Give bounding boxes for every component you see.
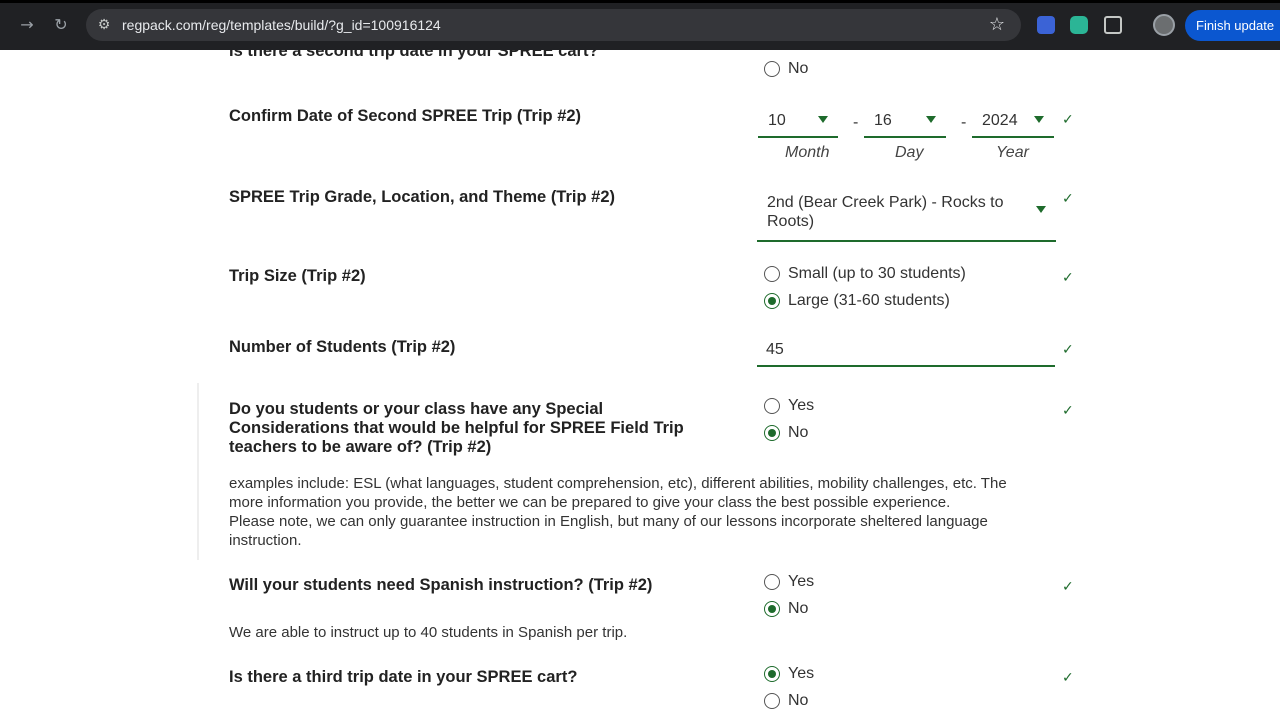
special-help-line2: more information you provide, the better… (229, 494, 951, 511)
site-settings-icon[interactable]: ⚙ (94, 15, 114, 35)
bookmark-star-icon[interactable]: ☆ (986, 14, 1008, 36)
radio-circle[interactable] (764, 398, 780, 414)
radio-second-trip-no[interactable]: No (764, 59, 808, 79)
question-theme-label: SPREE Trip Grade, Location, and Theme (T… (229, 188, 615, 206)
reload-icon[interactable]: ↻ (50, 14, 72, 36)
question-special-line3: teachers to be aware of? (Trip #2) (229, 438, 492, 456)
radio-label: Yes (788, 397, 815, 414)
registration-form-page: Is there a second trip date in your SPRE… (0, 50, 1280, 720)
students-input[interactable]: 45 (757, 335, 1055, 367)
radio-circle[interactable] (764, 266, 780, 282)
chevron-down-icon (926, 116, 936, 123)
valid-check-icon: ✓ (1062, 191, 1074, 207)
radio-label: Yes (788, 665, 815, 682)
radio-special-yes[interactable]: Yes (764, 396, 814, 416)
browser-toolbar: → ↻ ⚙ regpack.com/reg/templates/build/?g… (0, 0, 1280, 50)
radio-circle[interactable] (764, 61, 780, 77)
address-bar[interactable]: ⚙ regpack.com/reg/templates/build/?g_id=… (86, 9, 1021, 41)
month-select[interactable]: 10 (758, 106, 838, 138)
question-students-label: Number of Students (Trip #2) (229, 338, 456, 356)
question-size-label: Trip Size (Trip #2) (229, 267, 366, 285)
radio-circle-selected[interactable] (764, 601, 780, 617)
date-separator: - (961, 114, 967, 131)
finish-update-button[interactable]: Finish update (1185, 10, 1280, 41)
radio-size-small[interactable]: Small (up to 30 students) (764, 264, 966, 284)
radio-spanish-no[interactable]: No (764, 599, 808, 619)
question-special-line2: Considerations that would be helpful for… (229, 419, 684, 437)
day-value: 16 (874, 112, 892, 129)
valid-check-icon: ✓ (1062, 670, 1074, 686)
question-second-trip-label: Is there a second trip date in your SPRE… (229, 50, 599, 60)
students-value: 45 (766, 341, 784, 358)
radio-label: No (788, 60, 809, 77)
year-caption: Year (996, 144, 1029, 161)
valid-check-icon: ✓ (1062, 342, 1074, 358)
special-help-line4: instruction. (229, 532, 302, 549)
radio-label: No (788, 600, 809, 617)
chevron-down-icon (818, 116, 828, 123)
radio-label: No (788, 692, 809, 709)
question-spanish-label: Will your students need Spanish instruct… (229, 576, 653, 594)
valid-check-icon: ✓ (1062, 270, 1074, 286)
year-select[interactable]: 2024 (972, 106, 1054, 138)
radio-circle-selected[interactable] (764, 293, 780, 309)
radio-third-yes[interactable]: Yes (764, 664, 814, 684)
tab-strip-edge (0, 0, 1280, 3)
radio-special-no[interactable]: No (764, 423, 808, 443)
radio-third-no[interactable]: No (764, 691, 808, 711)
radio-circle[interactable] (764, 574, 780, 590)
month-caption: Month (785, 144, 830, 161)
radio-circle-selected[interactable] (764, 425, 780, 441)
radio-label: Large (31-60 students) (788, 292, 950, 309)
chevron-down-icon (1034, 116, 1044, 123)
question-special-line1: Do you students or your class have any S… (229, 400, 604, 418)
extension-shield-icon[interactable] (1037, 16, 1055, 34)
extensions-puzzle-icon[interactable] (1104, 16, 1122, 34)
month-value: 10 (768, 112, 786, 129)
forward-arrow-icon[interactable]: → (16, 14, 38, 36)
theme-select[interactable]: 2nd (Bear Creek Park) - Rocks to Roots) (757, 190, 1056, 242)
url-text[interactable]: regpack.com/reg/templates/build/?g_id=10… (122, 17, 441, 33)
radio-label: Yes (788, 573, 815, 590)
radio-label: No (788, 424, 809, 441)
special-help-line1: examples include: ESL (what languages, s… (229, 475, 1007, 492)
radio-circle[interactable] (764, 693, 780, 709)
valid-check-icon: ✓ (1062, 403, 1074, 419)
date-separator: - (853, 114, 859, 131)
radio-spanish-yes[interactable]: Yes (764, 572, 814, 592)
theme-value-line2: Roots) (767, 213, 815, 230)
special-help-line3: Please note, we can only guarantee instr… (229, 513, 988, 530)
year-value: 2024 (982, 112, 1018, 129)
profile-avatar[interactable] (1153, 14, 1175, 36)
extension-app-icon[interactable] (1070, 16, 1088, 34)
valid-check-icon: ✓ (1062, 112, 1074, 128)
day-caption: Day (895, 144, 924, 161)
chevron-down-icon (1036, 206, 1046, 213)
day-select[interactable]: 16 (864, 106, 946, 138)
spanish-help-text: We are able to instruct up to 40 student… (229, 624, 628, 641)
radio-label: Small (up to 30 students) (788, 265, 966, 282)
question-date-label: Confirm Date of Second SPREE Trip (Trip … (229, 107, 582, 125)
theme-value-line1: 2nd (Bear Creek Park) - Rocks to (767, 194, 1004, 211)
valid-check-icon: ✓ (1062, 579, 1074, 595)
section-focus-rule (197, 383, 199, 560)
radio-size-large[interactable]: Large (31-60 students) (764, 291, 950, 311)
question-third-trip-label: Is there a third trip date in your SPREE… (229, 668, 578, 686)
radio-circle-selected[interactable] (764, 666, 780, 682)
